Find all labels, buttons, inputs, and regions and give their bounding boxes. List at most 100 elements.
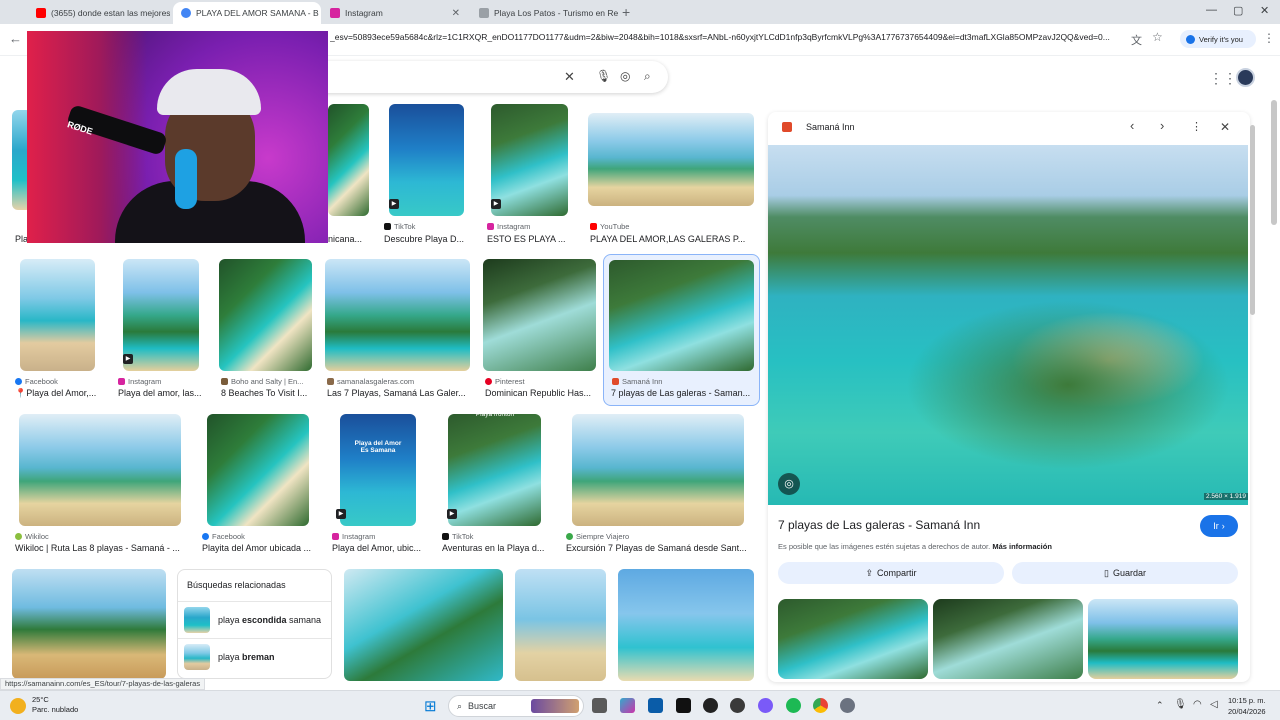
result-image[interactable] [344,569,503,681]
result-image[interactable] [325,259,470,371]
facebook-icon [15,378,22,385]
settings-icon[interactable] [840,698,855,713]
panel-main-image[interactable] [768,145,1248,505]
back-arrow-icon[interactable]: ← [9,31,22,46]
taskbar-search[interactable]: ⌕ Buscar [448,695,584,717]
related-image-thumb[interactable] [933,599,1083,679]
result-image[interactable] [328,104,369,216]
store-icon[interactable] [648,698,663,713]
result-title[interactable]: nicana... [328,234,373,244]
result-image[interactable] [618,569,754,681]
result-source: Facebook [202,532,245,541]
result-image[interactable] [588,113,754,206]
spotify-icon[interactable] [786,698,801,713]
related-search-item[interactable]: playa escondida samana [178,601,331,638]
maximize-button[interactable]: ▢ [1233,4,1243,17]
panel-source[interactable]: Samaná Inn [806,122,855,132]
result-image[interactable] [572,414,744,526]
discord-icon[interactable] [758,698,773,713]
result-image[interactable] [207,414,309,526]
result-image[interactable] [12,569,166,679]
result-title[interactable]: PLAYA DEL AMOR,LAS GALERAS P... [590,234,755,244]
result-title[interactable]: Playa del Amor, ubic... [332,543,424,553]
lens-icon[interactable]: ◎ [620,69,630,83]
result-image[interactable] [483,259,596,371]
close-icon[interactable]: ✕ [1220,120,1230,134]
apps-grid-icon[interactable]: ⋮⋮ [1209,70,1237,87]
instagram-icon [487,223,494,230]
result-image[interactable] [340,414,416,526]
related-search-item[interactable]: playa breman [178,638,331,675]
microphone-icon[interactable]: 🎙 [1174,699,1187,710]
pinterest-icon [485,378,492,385]
result-image[interactable] [389,104,464,216]
result-title[interactable]: Playa del amor, las... [118,388,206,398]
windows-start-icon[interactable]: ⊞ [424,697,437,715]
result-title[interactable]: 7 playas de Las galeras - Saman... [611,388,754,398]
page-scrollbar[interactable] [1271,100,1277,225]
panel-title[interactable]: 7 playas de Las galeras - Samaná Inn [778,518,980,532]
result-image[interactable] [219,259,312,371]
result-image[interactable] [19,414,181,526]
close-icon[interactable]: ✕ [452,8,460,19]
search-box[interactable]: ✕ 🎙 ◎ ⌕ [300,61,668,93]
result-image[interactable] [609,260,754,371]
result-title[interactable]: Wikiloc | Ruta Las 8 playas - Samaná - .… [15,543,183,553]
microphone-icon[interactable]: 🎙 [596,69,611,83]
lens-icon[interactable]: ◎ [778,473,800,495]
wifi-icon[interactable]: ◠ [1193,699,1202,710]
volume-icon[interactable]: ◁ [1210,699,1218,710]
result-title[interactable]: ESTO ES PLAYA ... [487,234,573,244]
result-title[interactable]: Descubre Playa D... [384,234,469,244]
chevron-left-icon[interactable]: ‹ [1130,118,1134,133]
app-icon[interactable] [703,698,718,713]
weather-widget[interactable]: 25°C Parc. nublado [32,695,78,715]
result-image[interactable] [491,104,568,216]
translate-icon[interactable]: 文 [1131,32,1142,48]
chrome-icon[interactable] [813,698,828,713]
result-title[interactable]: Playita del Amor ubicada ... [202,543,314,553]
result-title[interactable]: Las 7 Playas, Samaná Las Galer... [327,388,472,398]
more-options-icon[interactable]: ⋮ [1191,120,1202,133]
address-bar[interactable]: _esv=50893ece59a5684c&rlz=1C1RXQR_enDO11… [330,32,1120,42]
tab-instagram[interactable]: Instagram ✕ [322,2,468,24]
clear-icon[interactable]: ✕ [564,69,575,85]
result-title[interactable]: Dominican Republic Has... [485,388,597,398]
bookmark-star-icon[interactable]: ☆ [1152,30,1163,44]
related-image-thumb[interactable] [1088,599,1238,679]
obs-icon[interactable] [730,698,745,713]
related-image-thumb[interactable] [778,599,928,679]
result-image[interactable] [515,569,606,681]
more-info-link[interactable]: Más información [992,542,1052,551]
result-image[interactable] [123,259,199,371]
minimize-button[interactable]: — [1206,4,1217,16]
panel-scrollbar[interactable] [1250,125,1255,315]
verify-chip[interactable]: Verify it's you [1180,30,1256,48]
copilot-icon[interactable] [620,698,635,713]
chevron-up-icon[interactable]: ⌃ [1156,700,1164,711]
chevron-right-icon[interactable]: › [1160,118,1164,133]
weather-icon[interactable] [10,698,26,714]
save-button[interactable]: ▯ Guardar [1012,562,1238,584]
capcut-icon[interactable] [676,698,691,713]
result-title[interactable]: Excursión 7 Playas de Samaná desde Sant.… [566,543,752,553]
tab-playa-los-patos[interactable]: Playa Los Patos - Turismo en Re ✕ [471,2,619,24]
tab-strip: (3655) donde estan las mejores ✕ PLAYA D… [0,0,1280,24]
clock-date: 20/04/2026 [1228,707,1266,716]
tab-youtube[interactable]: (3655) donde estan las mejores ✕ [28,2,170,24]
result-title[interactable]: 📍Playa del Amor,... [15,388,103,399]
close-window-button[interactable]: ✕ [1260,4,1269,17]
menu-dots-icon[interactable]: ⋮ [1263,31,1275,45]
new-tab-button[interactable]: + [622,4,630,20]
result-image[interactable] [448,414,541,526]
avatar[interactable] [1236,68,1255,87]
result-title[interactable]: Aventuras en la Playa d... [442,543,548,553]
share-button[interactable]: ⇪ Compartir [778,562,1004,584]
go-button[interactable]: Ir › [1200,515,1238,537]
search-icon[interactable]: ⌕ [644,69,651,84]
clock[interactable]: 10:15 p. m. 20/04/2026 [1228,695,1266,717]
task-view-icon[interactable] [592,698,607,713]
result-image[interactable] [20,259,95,371]
tab-google-images[interactable]: PLAYA DEL AMOR SAMANA - B ✕ [173,2,321,24]
result-title[interactable]: 8 Beaches To Visit I... [221,388,313,398]
